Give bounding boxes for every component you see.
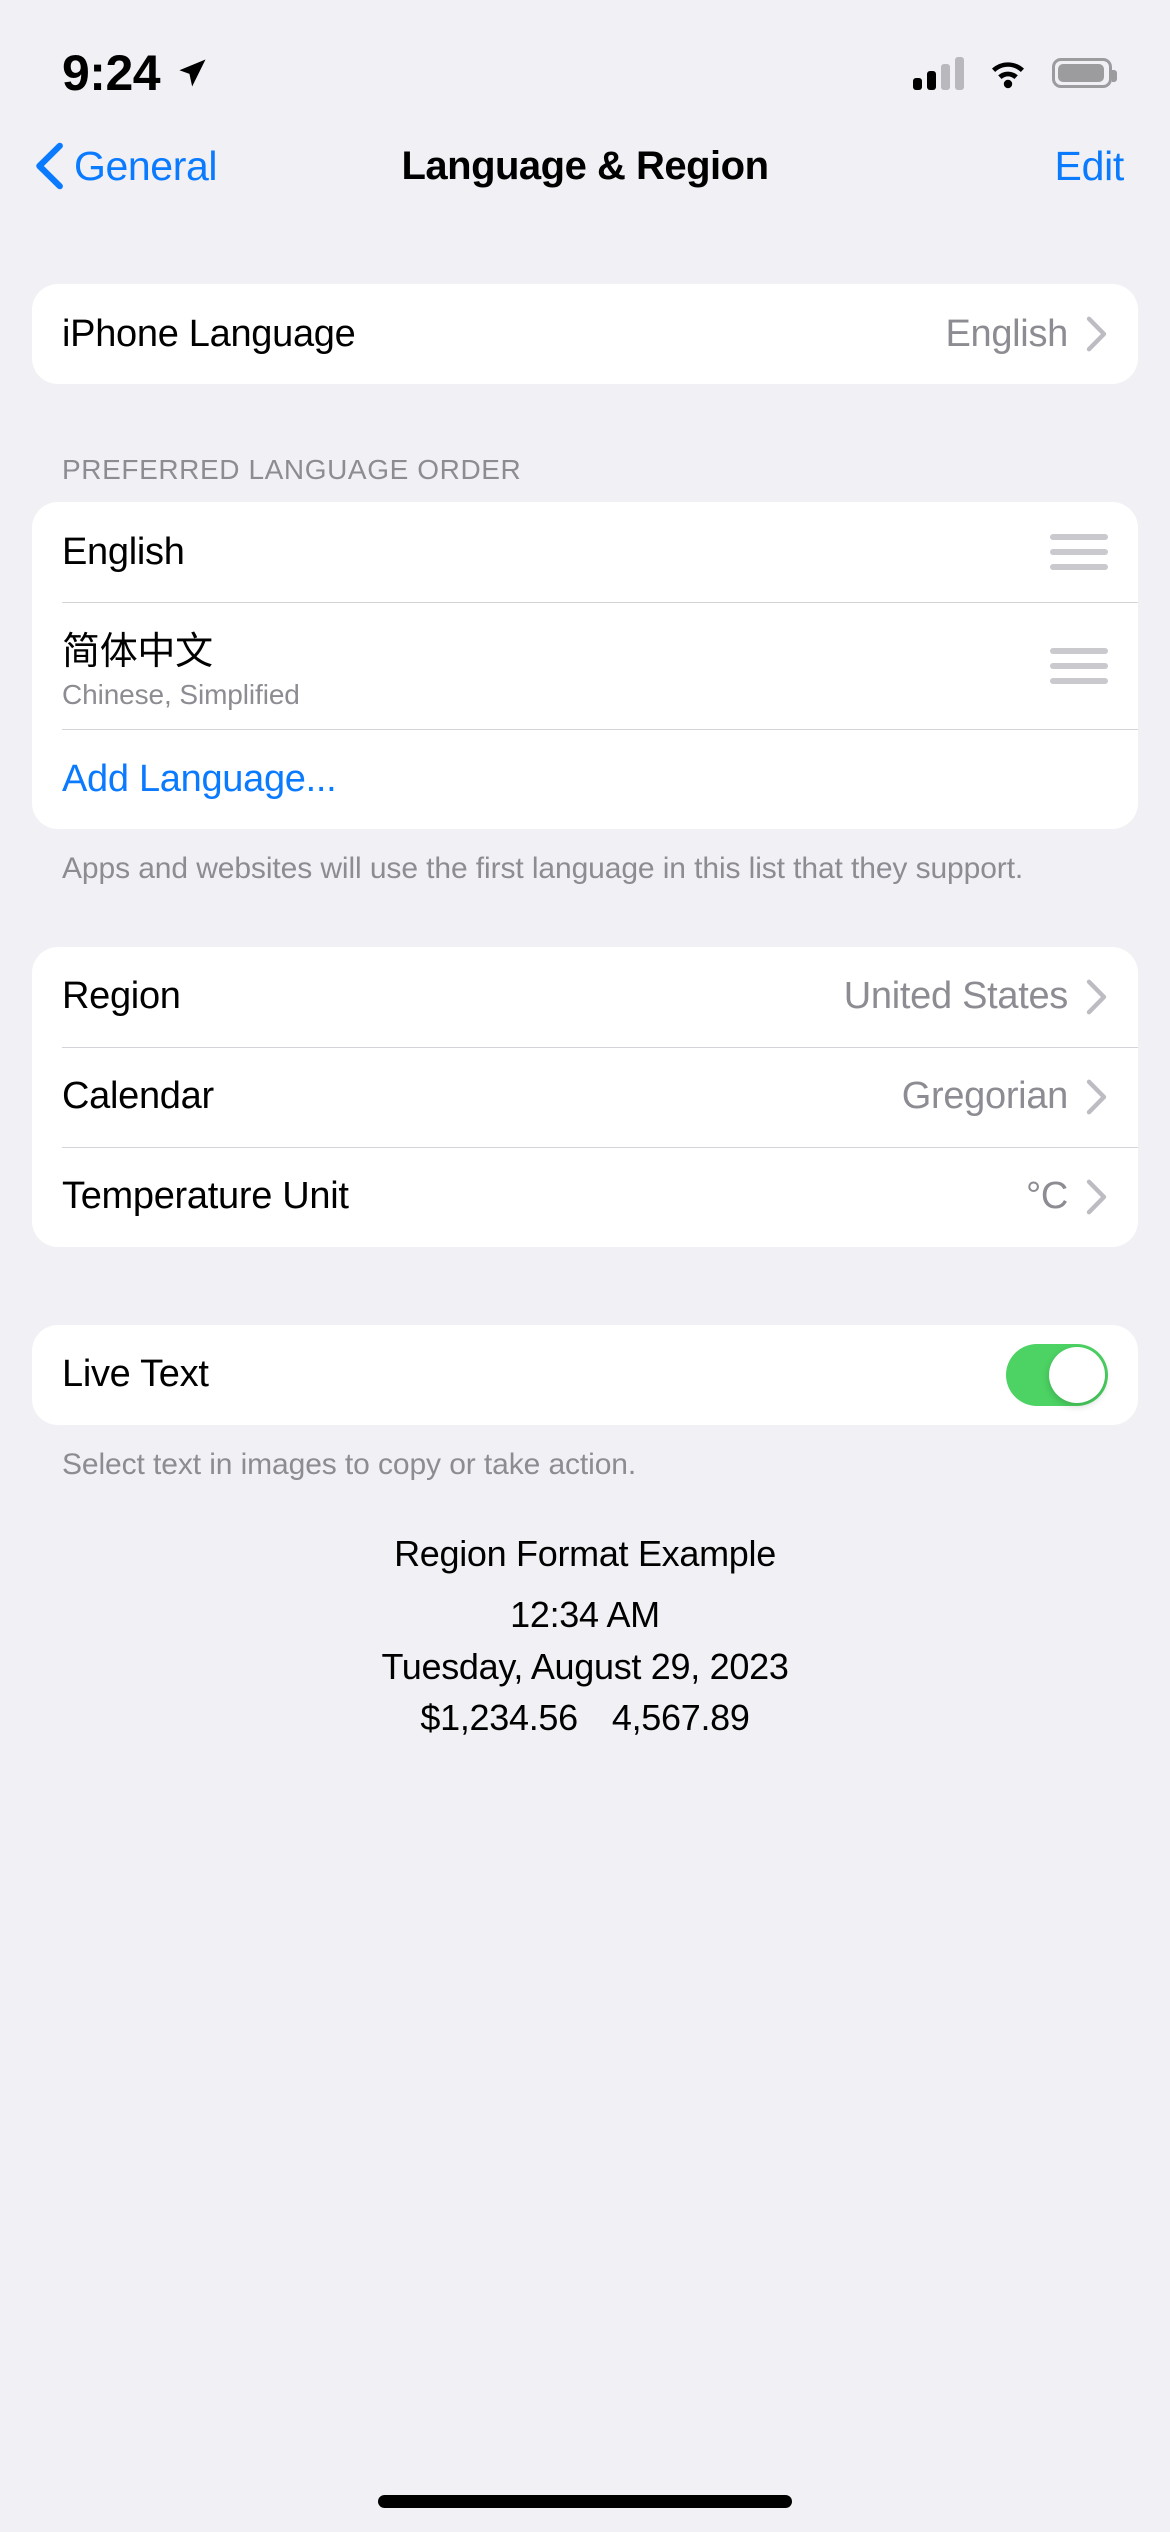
row-calendar[interactable]: Calendar Gregorian — [32, 1046, 1138, 1147]
row-label: Temperature Unit — [62, 1175, 349, 1218]
region-format-currency: $1,234.56 — [420, 1697, 578, 1739]
language-texts: English — [62, 531, 185, 574]
reorder-handle-icon[interactable] — [1050, 528, 1108, 576]
region-format-numbers: $1,234.56 4,567.89 — [32, 1692, 1138, 1744]
chevron-right-icon — [1086, 979, 1107, 1015]
row-value: United States — [843, 975, 1069, 1018]
chevron-left-icon — [36, 142, 63, 190]
row-label: Region — [62, 975, 181, 1018]
home-indicator-area — [0, 2470, 1170, 2532]
row-value: °C — [1025, 1175, 1068, 1218]
preferred-language-header: PREFERRED LANGUAGE ORDER — [62, 454, 522, 485]
row-temperature-unit[interactable]: Temperature Unit °C — [32, 1146, 1138, 1247]
battery-icon — [1052, 58, 1117, 88]
status-bar-left: 9:24 — [62, 48, 210, 98]
row-value: Gregorian — [901, 1075, 1069, 1118]
region-format-number: 4,567.89 — [611, 1697, 750, 1739]
back-button-label: General — [74, 142, 218, 189]
add-language-button[interactable]: Add Language... — [32, 729, 1138, 829]
wifi-icon — [992, 62, 1024, 89]
reorder-handle-icon[interactable] — [1050, 642, 1108, 690]
cellular-signal-icon — [913, 56, 964, 90]
region-format-time: 12:34 AM — [510, 1593, 660, 1635]
location-arrow-icon — [179, 59, 206, 87]
live-text-card: Live Text — [32, 1324, 1138, 1425]
add-language-label: Add Language... — [62, 757, 337, 800]
iphone-language-card: iPhone Language English — [32, 284, 1138, 384]
back-button[interactable]: General — [34, 142, 217, 190]
battery-fill — [1058, 64, 1104, 82]
row-iphone-language[interactable]: iPhone Language English — [32, 284, 1138, 384]
region-settings-card: Region United States Calendar Gregorian — [32, 946, 1138, 1247]
edit-button[interactable]: Edit — [1055, 143, 1136, 190]
language-texts: 简体中文 Chinese, Simplified — [62, 620, 300, 711]
row-accessory: °C — [1026, 1175, 1108, 1218]
region-format-example-title: Region Format Example — [394, 1532, 776, 1574]
preferred-language-footer: Apps and websites will use the first lan… — [62, 852, 1024, 885]
preferred-language-card: English 简体中文 Chinese, Simplified Add Lan… — [32, 502, 1138, 829]
region-format-example: Region Format Example 12:34 AM Tuesday, … — [32, 1485, 1138, 1744]
iphone-screen: 9:24 General Language & Region Edit iPho… — [0, 0, 1170, 2532]
chevron-right-icon — [1086, 1079, 1107, 1115]
row-value: English — [945, 312, 1068, 355]
list-item[interactable]: 简体中文 Chinese, Simplified — [32, 602, 1138, 729]
row-label: Calendar — [62, 1075, 214, 1118]
chevron-right-icon — [1086, 1179, 1107, 1215]
row-accessory: Gregorian — [902, 1075, 1108, 1118]
chevron-right-icon — [1086, 316, 1107, 352]
row-accessory: English — [945, 313, 1108, 356]
language-name: English — [62, 530, 185, 573]
row-label: iPhone Language — [62, 312, 356, 355]
list-item[interactable]: English — [32, 502, 1138, 602]
row-label: Live Text — [62, 1353, 209, 1396]
status-bar: 9:24 — [0, 0, 1170, 118]
toggle-knob — [1049, 1346, 1105, 1403]
row-accessory: United States — [844, 975, 1108, 1018]
home-indicator[interactable] — [378, 2494, 792, 2508]
live-text-footer: Select text in images to copy or take ac… — [62, 1447, 637, 1481]
row-live-text: Live Text — [32, 1325, 1138, 1425]
navigation-bar: General Language & Region Edit — [0, 118, 1170, 214]
language-name: 简体中文 — [62, 631, 213, 673]
settings-content: iPhone Language English PREFERRED LANGUA… — [0, 214, 1170, 2470]
status-bar-clock: 9:24 — [62, 45, 161, 101]
language-subtitle: Chinese, Simplified — [62, 679, 300, 710]
status-bar-right — [913, 56, 1117, 90]
row-region[interactable]: Region United States — [32, 947, 1138, 1047]
live-text-toggle[interactable] — [1006, 1343, 1108, 1406]
region-format-date: Tuesday, August 29, 2023 — [381, 1645, 789, 1687]
